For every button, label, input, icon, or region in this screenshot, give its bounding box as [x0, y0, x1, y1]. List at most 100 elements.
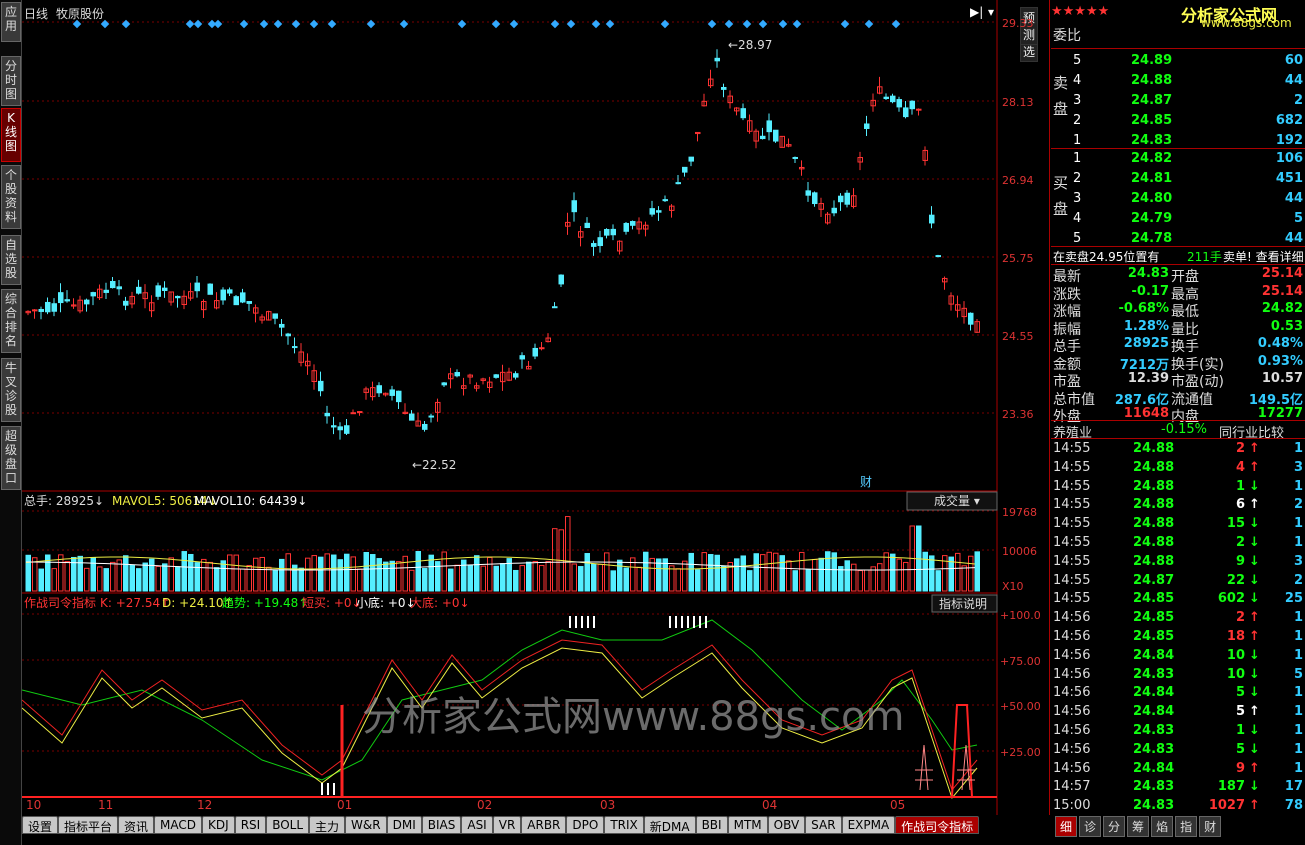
indicator-tab-20[interactable]: SAR	[805, 816, 842, 834]
quote-tab-5[interactable]: 指	[1175, 816, 1198, 837]
left-tab-1[interactable]: 分时图	[1, 56, 21, 106]
quote-row: 5 24.89 60	[1051, 52, 1305, 72]
indicator-tab-8[interactable]: W&R	[345, 816, 387, 834]
indicator-tab-1[interactable]: 指标平台	[58, 816, 119, 834]
left-tab-3[interactable]: 个股资料	[1, 165, 21, 229]
volume-bar	[318, 556, 324, 592]
quote-tab-6[interactable]: 财	[1199, 816, 1222, 837]
tick-volume: 1027	[1208, 798, 1245, 814]
candle-body	[441, 382, 447, 386]
indicator-tab-15[interactable]: TRIX	[604, 816, 644, 834]
chart-svg: 29.33 28.13 26.94 25.75 24.55 23.36 ←28.97 ←22.…	[22, 0, 1041, 815]
left-tab-0[interactable]: 应用	[1, 2, 21, 42]
indicator-tab-9[interactable]: DMI	[386, 816, 422, 834]
tick-price: 24.88	[1133, 553, 1175, 569]
volume-bar	[519, 565, 525, 592]
volume-bar	[851, 563, 857, 592]
tick-volume: 6	[1235, 497, 1245, 513]
stat-value: -0.17	[1131, 283, 1169, 299]
volume-info: 总手: 28925↓	[24, 494, 104, 508]
indicator-tab-5[interactable]: RSI	[234, 816, 267, 834]
volume-bar	[51, 568, 57, 592]
indicator-tab-3[interactable]: MACD	[154, 816, 203, 834]
candle-body	[357, 411, 363, 414]
left-tab-2[interactable]: K线图	[1, 108, 21, 162]
quote-tab-0[interactable]: 细	[1055, 816, 1078, 837]
tick-count: 1	[1293, 478, 1303, 494]
indicator-tab-17[interactable]: BBI	[695, 816, 728, 834]
quote-tab-1[interactable]: 诊	[1079, 816, 1102, 837]
finance-marker: 财	[860, 475, 872, 489]
volume-bar	[812, 558, 818, 592]
volume-bar	[32, 557, 38, 592]
arrow-down-icon: ↓	[1249, 685, 1260, 701]
indicator-tab-18[interactable]: MTM	[727, 816, 768, 834]
tick-volume: 18	[1226, 629, 1245, 644]
indicator-tab-0[interactable]: 设置	[22, 816, 59, 834]
quote-tab-2[interactable]: 分	[1103, 816, 1126, 837]
tick-price: 24.88	[1133, 497, 1175, 513]
indicator-tab-21[interactable]: EXPMA	[841, 816, 896, 834]
indicator-tab-10[interactable]: BIAS	[421, 816, 462, 834]
notice-num: 211手	[1187, 250, 1222, 264]
tick-time: 14:56	[1053, 704, 1091, 720]
tick-volume: 10	[1226, 647, 1245, 663]
arrow-down-icon: ↓	[1249, 723, 1260, 738]
volume-bar	[97, 566, 103, 592]
tick-volume: 5	[1235, 704, 1245, 720]
volume-bar	[617, 559, 623, 592]
sell-price: 24.85	[1131, 113, 1173, 128]
candle-body	[838, 195, 844, 203]
volume-selector-label: 成交量 ▾	[934, 493, 980, 508]
quote-row: 1 24.83 192	[1051, 132, 1305, 152]
volume-bar	[149, 558, 155, 592]
indicator-tab-14[interactable]: DPO	[566, 816, 605, 834]
volume-bar	[493, 565, 499, 592]
indicator-tab-4[interactable]: KDJ	[202, 816, 235, 834]
signal-diamond	[213, 19, 223, 29]
candle-body	[656, 210, 662, 213]
indicator-tab-19[interactable]: OBV	[767, 816, 806, 834]
left-tab-6[interactable]: 牛叉诊股	[1, 358, 21, 422]
arrow-up-icon: ↑	[1249, 760, 1260, 776]
indicator-tab-11[interactable]: ASI	[461, 816, 493, 834]
indicator-tab-12[interactable]: VR	[492, 816, 522, 834]
candle-body	[883, 96, 889, 100]
left-tab-4[interactable]: 自选股	[1, 235, 21, 285]
candle-body	[539, 347, 545, 350]
signal-diamond	[778, 19, 788, 29]
volume-bar	[155, 565, 161, 592]
tick-time: 14:56	[1053, 666, 1091, 682]
volume-bar	[175, 566, 181, 592]
tick-time: 14:55	[1053, 441, 1091, 456]
volume-bar	[669, 565, 675, 592]
signal-diamond	[509, 19, 519, 29]
indicator-tab-22[interactable]: 作战司令指标	[895, 816, 980, 834]
chart-area[interactable]: 日线 牧原股份 删自选均线除权叠窗预测 ▶| ▾ 29.3328.1326.94…	[22, 0, 1050, 815]
arrow-down-icon: ↓	[1249, 478, 1260, 494]
indicator-tab-13[interactable]: ARBR	[521, 816, 567, 834]
indicator-tab-7[interactable]: 主力	[309, 816, 346, 834]
indicator-tab-16[interactable]: 新DMA	[643, 816, 696, 834]
buy-level: 2	[1073, 171, 1082, 186]
stat-value: 0.48%	[1257, 336, 1303, 351]
sell-volume: 60	[1284, 53, 1303, 68]
candle-body	[513, 373, 519, 378]
candle-body	[519, 355, 525, 360]
indicator-tab-6[interactable]: BOLL	[266, 816, 310, 834]
quote-tab-bar: 细诊分筹焰指财	[1055, 816, 1222, 837]
left-tab-7[interactable]: 超级盘口	[1, 426, 21, 490]
signal-diamond	[792, 19, 802, 29]
candle-body	[552, 306, 558, 309]
quote-tab-3[interactable]: 筹	[1127, 816, 1150, 837]
signal-diamond	[100, 19, 110, 29]
sell-price: 24.87	[1131, 93, 1173, 108]
quote-tab-4[interactable]: 焰	[1151, 816, 1174, 837]
quote-row: 14:56 24.85 2 ↑ 1	[1051, 609, 1305, 628]
volume-bar	[682, 560, 688, 592]
volume-bar	[474, 555, 480, 592]
x-axis-label: 10	[26, 798, 41, 812]
left-tab-5[interactable]: 综合排名	[1, 289, 21, 353]
volume-bar	[721, 565, 727, 592]
indicator-tab-2[interactable]: 资讯	[118, 816, 155, 834]
